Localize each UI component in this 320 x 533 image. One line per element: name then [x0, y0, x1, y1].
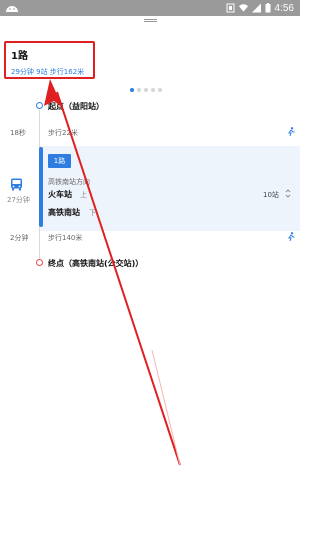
- bus-segment-line: [39, 147, 43, 227]
- android-icon: [6, 6, 18, 12]
- board-tag: 上: [80, 191, 87, 199]
- highlight-box: [4, 41, 95, 79]
- notification-icon: [226, 3, 235, 13]
- page-dot[interactable]: [151, 88, 155, 92]
- stop-count[interactable]: 10站: [263, 190, 279, 200]
- page-dot[interactable]: [158, 88, 162, 92]
- wifi-icon: [238, 4, 248, 12]
- clock: 4:56: [274, 2, 294, 14]
- page-dot[interactable]: [137, 88, 141, 92]
- walk1-time: 18秒: [10, 129, 26, 137]
- alight-station: 高铁南站: [48, 208, 80, 217]
- end-marker: [36, 259, 43, 266]
- bus-ride-time: 27分钟: [7, 196, 30, 204]
- bus-icon: [11, 178, 22, 191]
- walk2-distance: 步行140米: [48, 234, 83, 242]
- bus-direction: 高铁南站方向: [48, 178, 90, 186]
- sheet-handle-icon[interactable]: [144, 19, 157, 22]
- status-bar: 4:56: [0, 0, 300, 16]
- start-point: 起点（益阳站）: [48, 102, 104, 111]
- bus-line-badge[interactable]: 1路: [48, 154, 71, 168]
- battery-icon: [265, 3, 271, 13]
- bus-segment-card[interactable]: [40, 146, 300, 231]
- page-dot[interactable]: [144, 88, 148, 92]
- alight-tag: 下: [89, 209, 96, 217]
- start-marker: [36, 102, 43, 109]
- signal-icon: [251, 3, 261, 13]
- walk-icon[interactable]: [287, 232, 295, 241]
- status-icons: 4:56: [226, 1, 294, 15]
- walk2-time: 2分钟: [10, 234, 29, 242]
- pagination-dots[interactable]: [130, 88, 162, 92]
- annotation-arrow: [44, 79, 181, 466]
- end-point: 终点（高铁南站(公交站)）: [48, 259, 144, 268]
- expand-icon[interactable]: [285, 189, 291, 198]
- page-dot[interactable]: [130, 88, 134, 92]
- walk1-distance: 步行22米: [48, 129, 78, 137]
- walk-icon[interactable]: [287, 127, 295, 136]
- board-station: 火车站: [48, 190, 72, 199]
